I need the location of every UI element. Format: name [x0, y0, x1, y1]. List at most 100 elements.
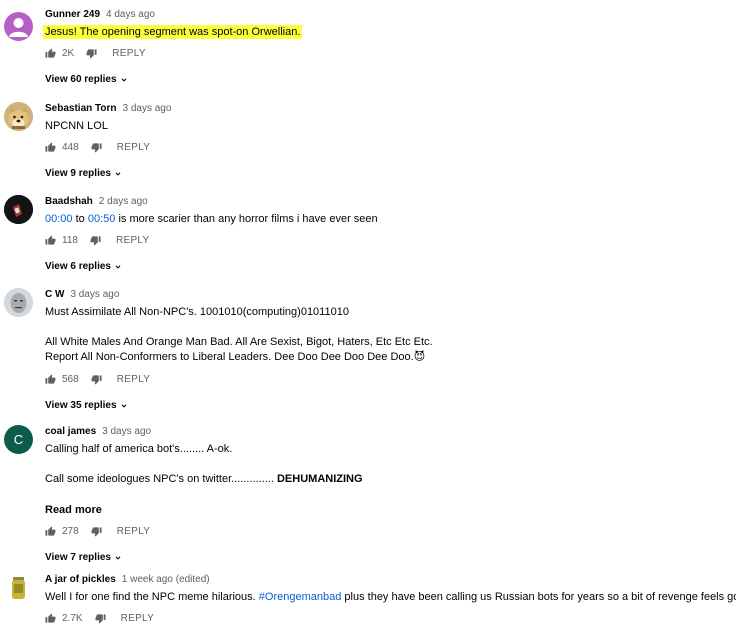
comment-actions: 118 REPLY	[45, 233, 726, 247]
comment-time[interactable]: 4 days ago	[106, 9, 155, 20]
view-replies-button[interactable]: View 35 replies	[45, 400, 129, 411]
comment-header: A jar of pickles 1 week ago (edited)	[45, 573, 726, 586]
chevron-down-icon	[115, 555, 121, 560]
author-name[interactable]: C W	[45, 289, 64, 300]
author-name[interactable]: Sebastian Torn	[45, 103, 117, 114]
avatar[interactable]	[4, 102, 33, 131]
devil-emoji-icon: 😈	[413, 351, 426, 363]
view-replies-button[interactable]: View 60 replies	[45, 74, 129, 85]
thumbs-down-icon	[91, 526, 102, 537]
thumbs-up-icon	[45, 373, 56, 384]
comment-text: Jesus! The opening segment was spot-on O…	[43, 25, 726, 40]
like-count: 448	[62, 141, 79, 153]
like-count: 568	[62, 373, 79, 385]
read-more-button[interactable]: Read more	[45, 504, 102, 516]
avatar[interactable]	[4, 12, 33, 41]
like-button[interactable]	[45, 612, 56, 624]
comment-header: Gunner 249 4 days ago	[45, 8, 726, 21]
like-button[interactable]	[45, 141, 56, 153]
comment-actions: 448 REPLY	[45, 140, 726, 154]
thumbs-up-icon	[45, 612, 56, 623]
comment-line: NPCNN LOL	[45, 120, 108, 132]
avatar[interactable]	[4, 195, 33, 224]
hashtag-link[interactable]: #Orengemanbad	[259, 591, 342, 603]
comment-header: Sebastian Torn 3 days ago	[45, 102, 726, 115]
reply-button[interactable]: REPLY	[117, 526, 151, 537]
author-name[interactable]: coal james	[45, 426, 96, 437]
comment-time[interactable]: 3 days ago	[123, 103, 172, 114]
view-replies-label: View 7 replies	[45, 552, 111, 563]
thumbs-up-icon	[45, 47, 56, 58]
like-count: 2K	[62, 47, 75, 59]
timestamp-link[interactable]: 00:50	[88, 213, 116, 225]
thumbs-down-icon	[91, 142, 102, 153]
avatar[interactable]	[4, 288, 33, 317]
like-count: 2.7K	[62, 612, 83, 624]
comment-text: NPCNN LOL	[45, 119, 726, 134]
person-icon	[9, 18, 28, 37]
highlighted-text: Jesus! The opening segment was spot-on O…	[43, 25, 303, 39]
reply-button[interactable]: REPLY	[117, 142, 151, 153]
comment-time[interactable]: 3 days ago	[70, 289, 119, 300]
comment-text: Calling half of america bot's........ A-…	[45, 442, 726, 487]
thumbs-up-icon	[45, 525, 56, 536]
like-button[interactable]	[45, 47, 56, 59]
comment-header: C W 3 days ago	[45, 288, 726, 301]
view-replies-label: View 35 replies	[45, 400, 117, 411]
like-count: 278	[62, 525, 79, 537]
comment-line: Calling half of america bot's........ A-…	[45, 443, 233, 455]
view-replies-button[interactable]: View 6 replies	[45, 261, 123, 272]
dislike-button[interactable]	[90, 235, 101, 246]
dislike-button[interactable]	[95, 613, 106, 624]
view-replies-label: View 9 replies	[45, 168, 111, 179]
comment-line: All White Males And Orange Man Bad. All …	[45, 336, 433, 348]
reply-button[interactable]: REPLY	[121, 613, 155, 624]
avatar[interactable]: C	[4, 425, 33, 454]
comment-header: Baadshah 2 days ago	[45, 195, 726, 208]
comment-actions: 568 REPLY	[45, 372, 726, 386]
chevron-down-icon	[121, 403, 126, 408]
comment-text-part: is more scarier than any horror films i …	[118, 213, 378, 225]
comment-line: Call some ideologues NPC's on twitter...…	[45, 473, 274, 485]
author-name[interactable]: Gunner 249	[45, 9, 100, 20]
comment-line: Report All Non-Conformers to Liberal Lea…	[45, 351, 414, 363]
thumbs-down-icon	[90, 235, 101, 246]
reply-button[interactable]: REPLY	[112, 48, 146, 59]
dislike-button[interactable]	[91, 526, 102, 537]
comment-text-part: to	[75, 213, 85, 225]
npc-avatar-icon	[4, 288, 33, 317]
view-replies-label: View 6 replies	[45, 261, 111, 272]
dislike-button[interactable]	[91, 374, 102, 385]
comment-actions: 2.7K REPLY	[45, 611, 726, 625]
comment-actions: 278 REPLY	[45, 524, 726, 538]
comment-actions: 2K REPLY	[45, 46, 726, 60]
thumbs-down-icon	[86, 48, 97, 59]
comment-text: Must Assimilate All Non-NPC's. 1001010(c…	[45, 305, 726, 365]
like-button[interactable]	[45, 373, 56, 385]
reply-button[interactable]: REPLY	[117, 374, 151, 385]
dark-avatar-icon	[4, 195, 33, 224]
author-name[interactable]: A jar of pickles	[45, 574, 116, 585]
comment-time[interactable]: 2 days ago	[99, 196, 148, 207]
author-name[interactable]: Baadshah	[45, 196, 93, 207]
chevron-down-icon	[115, 264, 121, 269]
thumbs-down-icon	[91, 374, 102, 385]
thumbs-up-icon	[45, 141, 56, 152]
comment-bold-text: DEHUMANIZING	[276, 473, 363, 485]
comment-time[interactable]: 3 days ago	[102, 426, 151, 437]
comment-text: Well I for one find the NPC meme hilario…	[45, 590, 736, 605]
avatar[interactable]	[4, 573, 33, 602]
like-button[interactable]	[45, 234, 56, 246]
timestamp-link[interactable]: 00:00	[45, 213, 73, 225]
dislike-button[interactable]	[91, 142, 102, 153]
comment-time[interactable]: 1 week ago (edited)	[122, 574, 210, 585]
dislike-button[interactable]	[86, 48, 97, 59]
chevron-down-icon	[121, 77, 126, 82]
chevron-down-icon	[115, 171, 121, 176]
like-button[interactable]	[45, 525, 56, 537]
thumbs-down-icon	[95, 613, 106, 624]
pickle-jar-avatar-icon	[4, 573, 33, 602]
view-replies-button[interactable]: View 9 replies	[45, 168, 123, 179]
reply-button[interactable]: REPLY	[116, 235, 150, 246]
view-replies-button[interactable]: View 7 replies	[45, 552, 123, 563]
